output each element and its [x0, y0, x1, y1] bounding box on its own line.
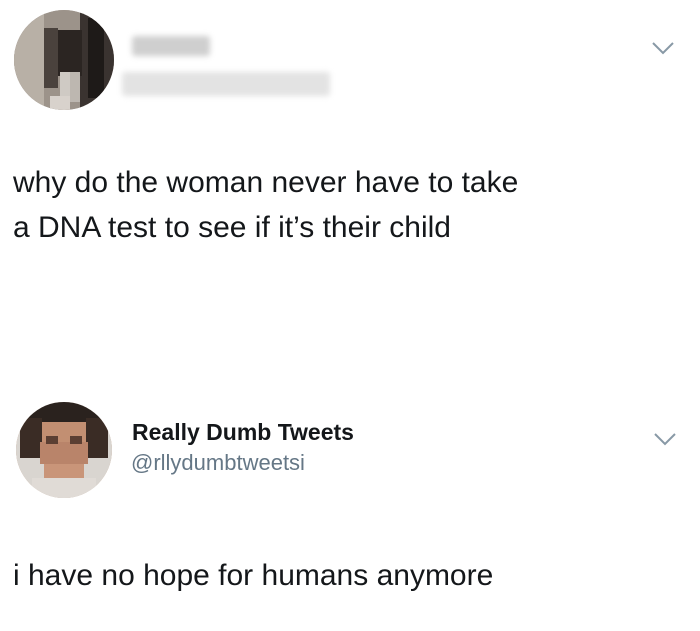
tweet-text: why do the woman never have to take a DN…	[13, 160, 518, 250]
tweet-text-line: a DNA test to see if it’s their child	[13, 211, 451, 244]
screen-name[interactable]: @rllydumbtweetsi	[131, 450, 305, 476]
chevron-down-icon[interactable]	[650, 39, 676, 57]
tweet: why do the woman never have to take a DN…	[0, 0, 700, 370]
avatar-image	[14, 10, 114, 110]
display-name-redacted	[132, 36, 210, 56]
display-name[interactable]: Really Dumb Tweets	[132, 419, 354, 446]
tweet-text-line: why do the woman never have to take	[13, 166, 519, 199]
tweet-text: i have no hope for humans anymore	[13, 559, 494, 592]
avatar[interactable]	[14, 10, 114, 110]
avatar-image	[16, 402, 112, 498]
avatar[interactable]	[16, 402, 112, 498]
handle-redacted	[122, 72, 330, 96]
chevron-down-icon[interactable]	[652, 430, 678, 448]
